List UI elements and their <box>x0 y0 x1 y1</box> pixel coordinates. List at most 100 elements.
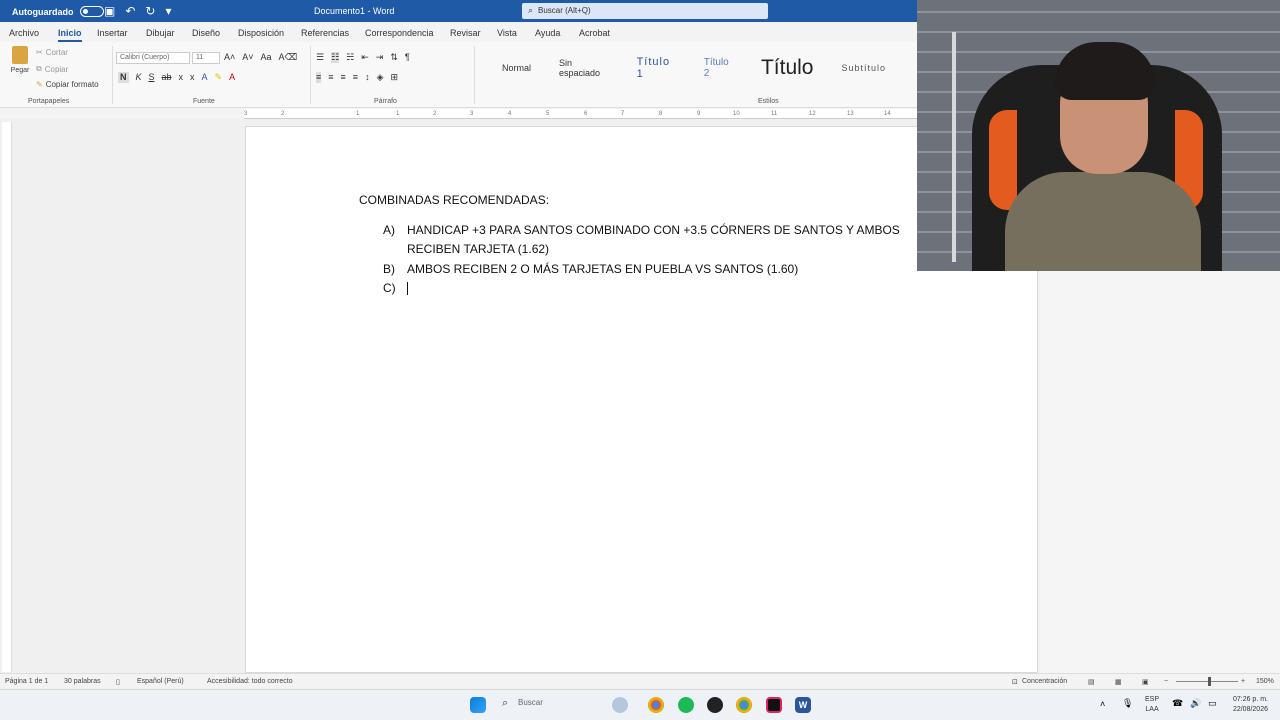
tab-archivo[interactable]: Archivo <box>9 28 39 38</box>
borders-icon[interactable]: ⊞ <box>390 72 398 83</box>
word-icon[interactable]: W <box>795 697 811 713</box>
zoom-slider[interactable] <box>1176 681 1238 682</box>
toggle-switch-icon[interactable] <box>79 6 104 17</box>
network-icon[interactable]: ☎ <box>1172 698 1183 709</box>
shrink-font-icon[interactable]: A˅ <box>242 52 253 63</box>
tab-acrobat[interactable]: Acrobat <box>579 28 610 38</box>
tiktok-icon[interactable] <box>766 697 782 713</box>
battery-icon[interactable]: ▭ <box>1208 698 1217 709</box>
superscript-button[interactable]: x <box>190 72 195 83</box>
align-left-icon[interactable]: ≡ <box>316 72 322 83</box>
bullets-icon[interactable]: ☰ <box>316 52 324 63</box>
tab-insertar[interactable]: Insertar <box>97 28 128 38</box>
taskbar-search[interactable]: Buscar <box>518 698 543 707</box>
numbering-icon[interactable]: ☷ <box>331 52 340 63</box>
vertical-ruler[interactable] <box>2 122 12 672</box>
microphone-icon[interactable]: 🎙 <box>1122 698 1133 709</box>
align-right-icon[interactable]: ≡ <box>341 72 346 83</box>
taskbar-search-icon: ⌕ <box>502 697 509 709</box>
cut-button[interactable]: ✂ Cortar <box>36 48 68 57</box>
list-item-text[interactable]: RECIBEN TARJETA (1.62) <box>407 242 549 256</box>
chrome-icon[interactable] <box>648 697 664 713</box>
accessibility-status[interactable]: Accesibilidad: todo correcto <box>207 678 293 685</box>
tab-dibujar[interactable]: Dibujar <box>146 28 175 38</box>
style-subtitle[interactable]: Subtítulo <box>841 63 886 73</box>
clear-format-icon[interactable]: A⌫ <box>279 52 298 63</box>
grow-font-icon[interactable]: A˄ <box>224 52 235 63</box>
sort-icon[interactable]: ⇅ <box>390 52 398 63</box>
ruler-tick: 3 <box>470 111 474 117</box>
style-no-spacing[interactable]: Sin espaciado <box>559 58 609 78</box>
redo-icon[interactable]: ↻ <box>145 4 155 18</box>
web-layout-icon[interactable]: ▣ <box>1142 678 1149 686</box>
undo-icon[interactable]: ↶ <box>125 4 135 18</box>
list-item-text[interactable]: AMBOS RECIBEN 2 O MÁS TARJETAS EN PUEBLA… <box>407 262 798 276</box>
input-language[interactable]: ESP LAA <box>1145 695 1159 715</box>
word-count[interactable]: 30 palabras <box>64 678 101 685</box>
bold-button[interactable]: N <box>118 72 129 83</box>
tab-diseno[interactable]: Diseño <box>192 28 220 38</box>
justify-icon[interactable]: ≡ <box>353 72 358 83</box>
increase-indent-icon[interactable]: ⇥ <box>376 52 384 63</box>
person-shirt <box>1005 172 1201 271</box>
chrome-profile-icon[interactable] <box>736 697 752 713</box>
decrease-indent-icon[interactable]: ⇤ <box>361 52 369 63</box>
strikethrough-button[interactable]: ab <box>162 72 172 83</box>
style-heading-2[interactable]: Título 2 <box>704 57 733 79</box>
line-spacing-icon[interactable]: ↕ <box>365 72 370 83</box>
text-effects-icon[interactable]: A <box>202 72 208 83</box>
autosave-toggle[interactable]: Autoguardado <box>12 6 104 17</box>
tab-revisar[interactable]: Revisar <box>450 28 481 38</box>
list-item-text[interactable]: HANDICAP +3 PARA SANTOS COMBINADO CON +3… <box>407 223 900 237</box>
tab-disposicion[interactable]: Disposición <box>238 28 284 38</box>
tray-chevron-icon[interactable]: ˄ <box>1100 699 1105 709</box>
focus-mode[interactable]: Concentración <box>1022 678 1067 685</box>
spotify-icon[interactable] <box>678 697 694 713</box>
font-name-select[interactable]: Calibri (Cuerpo) <box>116 52 190 64</box>
focus-icon[interactable]: ⊡ <box>1012 678 1018 686</box>
brush-icon: ✎ <box>36 80 43 89</box>
proofing-icon[interactable]: ▯ <box>116 678 120 686</box>
tab-inicio[interactable]: Inicio <box>58 28 82 42</box>
page-count[interactable]: Página 1 de 1 <box>5 678 48 685</box>
paste-button[interactable]: Pegar <box>8 46 32 86</box>
horizontal-ruler[interactable]: 3 2 1 1 2 3 4 5 6 7 8 9 10 11 12 13 14 <box>244 109 917 119</box>
search-input[interactable]: ⌕ Buscar (Alt+Q) <box>522 3 768 19</box>
zoom-thumb[interactable] <box>1208 677 1211 686</box>
read-mode-icon[interactable]: ▤ <box>1088 678 1095 686</box>
zoom-level[interactable]: 150% <box>1256 678 1274 685</box>
save-icon[interactable]: ▣ <box>104 4 115 18</box>
zoom-in-icon[interactable]: + <box>1241 678 1245 685</box>
tab-correspondencia[interactable]: Correspondencia <box>365 28 434 38</box>
change-case-icon[interactable]: Aa <box>261 52 272 63</box>
shading-icon[interactable]: ◈ <box>377 72 384 83</box>
print-layout-icon[interactable]: ▦ <box>1115 678 1122 686</box>
clock[interactable]: 07:26 p. m. 22/08/2026 <box>1233 695 1268 715</box>
pilcrow-icon[interactable]: ¶ <box>405 52 410 63</box>
align-center-icon[interactable]: ≡ <box>328 72 333 83</box>
zoom-out-icon[interactable]: − <box>1164 678 1168 685</box>
tab-referencias[interactable]: Referencias <box>301 28 349 38</box>
tab-vista[interactable]: Vista <box>497 28 517 38</box>
language-status[interactable]: Español (Perú) <box>137 678 184 685</box>
underline-button[interactable]: S <box>149 72 155 83</box>
obs-icon[interactable] <box>707 697 723 713</box>
tab-ayuda[interactable]: Ayuda <box>535 28 560 38</box>
subscript-button[interactable]: x <box>179 72 184 83</box>
font-tools-top: A˄ A˅ Aa A⌫ <box>224 52 297 63</box>
document-heading[interactable]: COMBINADAS RECOMENDADAS: <box>359 193 549 207</box>
style-normal[interactable]: Normal <box>502 63 531 73</box>
customize-qat-icon[interactable]: ▾ <box>165 4 171 18</box>
format-painter-button[interactable]: ✎ Copiar formato <box>36 80 99 89</box>
style-title[interactable]: Título <box>761 56 814 80</box>
font-color-icon[interactable]: A <box>229 72 235 83</box>
multilevel-list-icon[interactable]: ☵ <box>346 52 354 63</box>
italic-button[interactable]: K <box>136 72 142 83</box>
style-heading-1[interactable]: Título 1 <box>637 56 676 80</box>
copy-button[interactable]: ⧉ Copiar <box>36 64 68 74</box>
widgets-icon[interactable] <box>612 697 628 713</box>
volume-icon[interactable]: 🔊 <box>1190 698 1201 709</box>
highlight-icon[interactable]: ✎ <box>215 72 223 83</box>
font-size-select[interactable]: 11 <box>192 52 220 64</box>
windows-start-icon[interactable] <box>470 697 486 713</box>
